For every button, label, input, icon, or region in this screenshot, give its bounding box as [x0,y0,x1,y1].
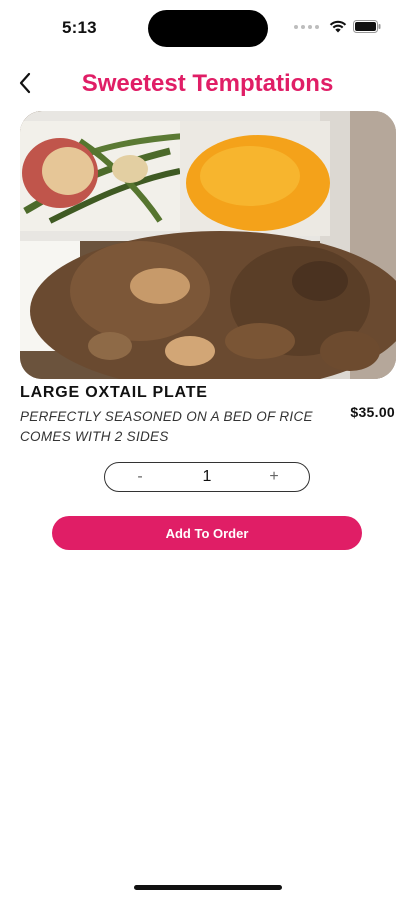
status-time: 5:13 [62,18,97,37]
home-indicator [134,885,282,890]
header: Sweetest Temptations [0,60,415,108]
decrease-quantity-button[interactable]: - [105,463,175,491]
food-photo [20,111,396,379]
wifi-icon [329,20,347,33]
signal-icon [294,24,319,29]
battery-icon [353,20,381,33]
quantity-stepper: - 1 + [104,462,310,492]
quantity-value: 1 [202,468,212,485]
increase-quantity-button[interactable]: + [239,463,309,491]
status-bar: 5:13 [0,0,415,56]
page-title: Sweetest Temptations [81,70,334,97]
item-name: LARGE OXTAIL PLATE [20,384,208,401]
item-description: PERFECTLY SEASONED ON A BED OF RICE COME… [20,409,313,444]
item-price: $35.00 [350,404,395,420]
status-icons [294,20,381,33]
add-to-order-button[interactable]: Add To Order [52,516,362,550]
dynamic-island [148,10,268,47]
